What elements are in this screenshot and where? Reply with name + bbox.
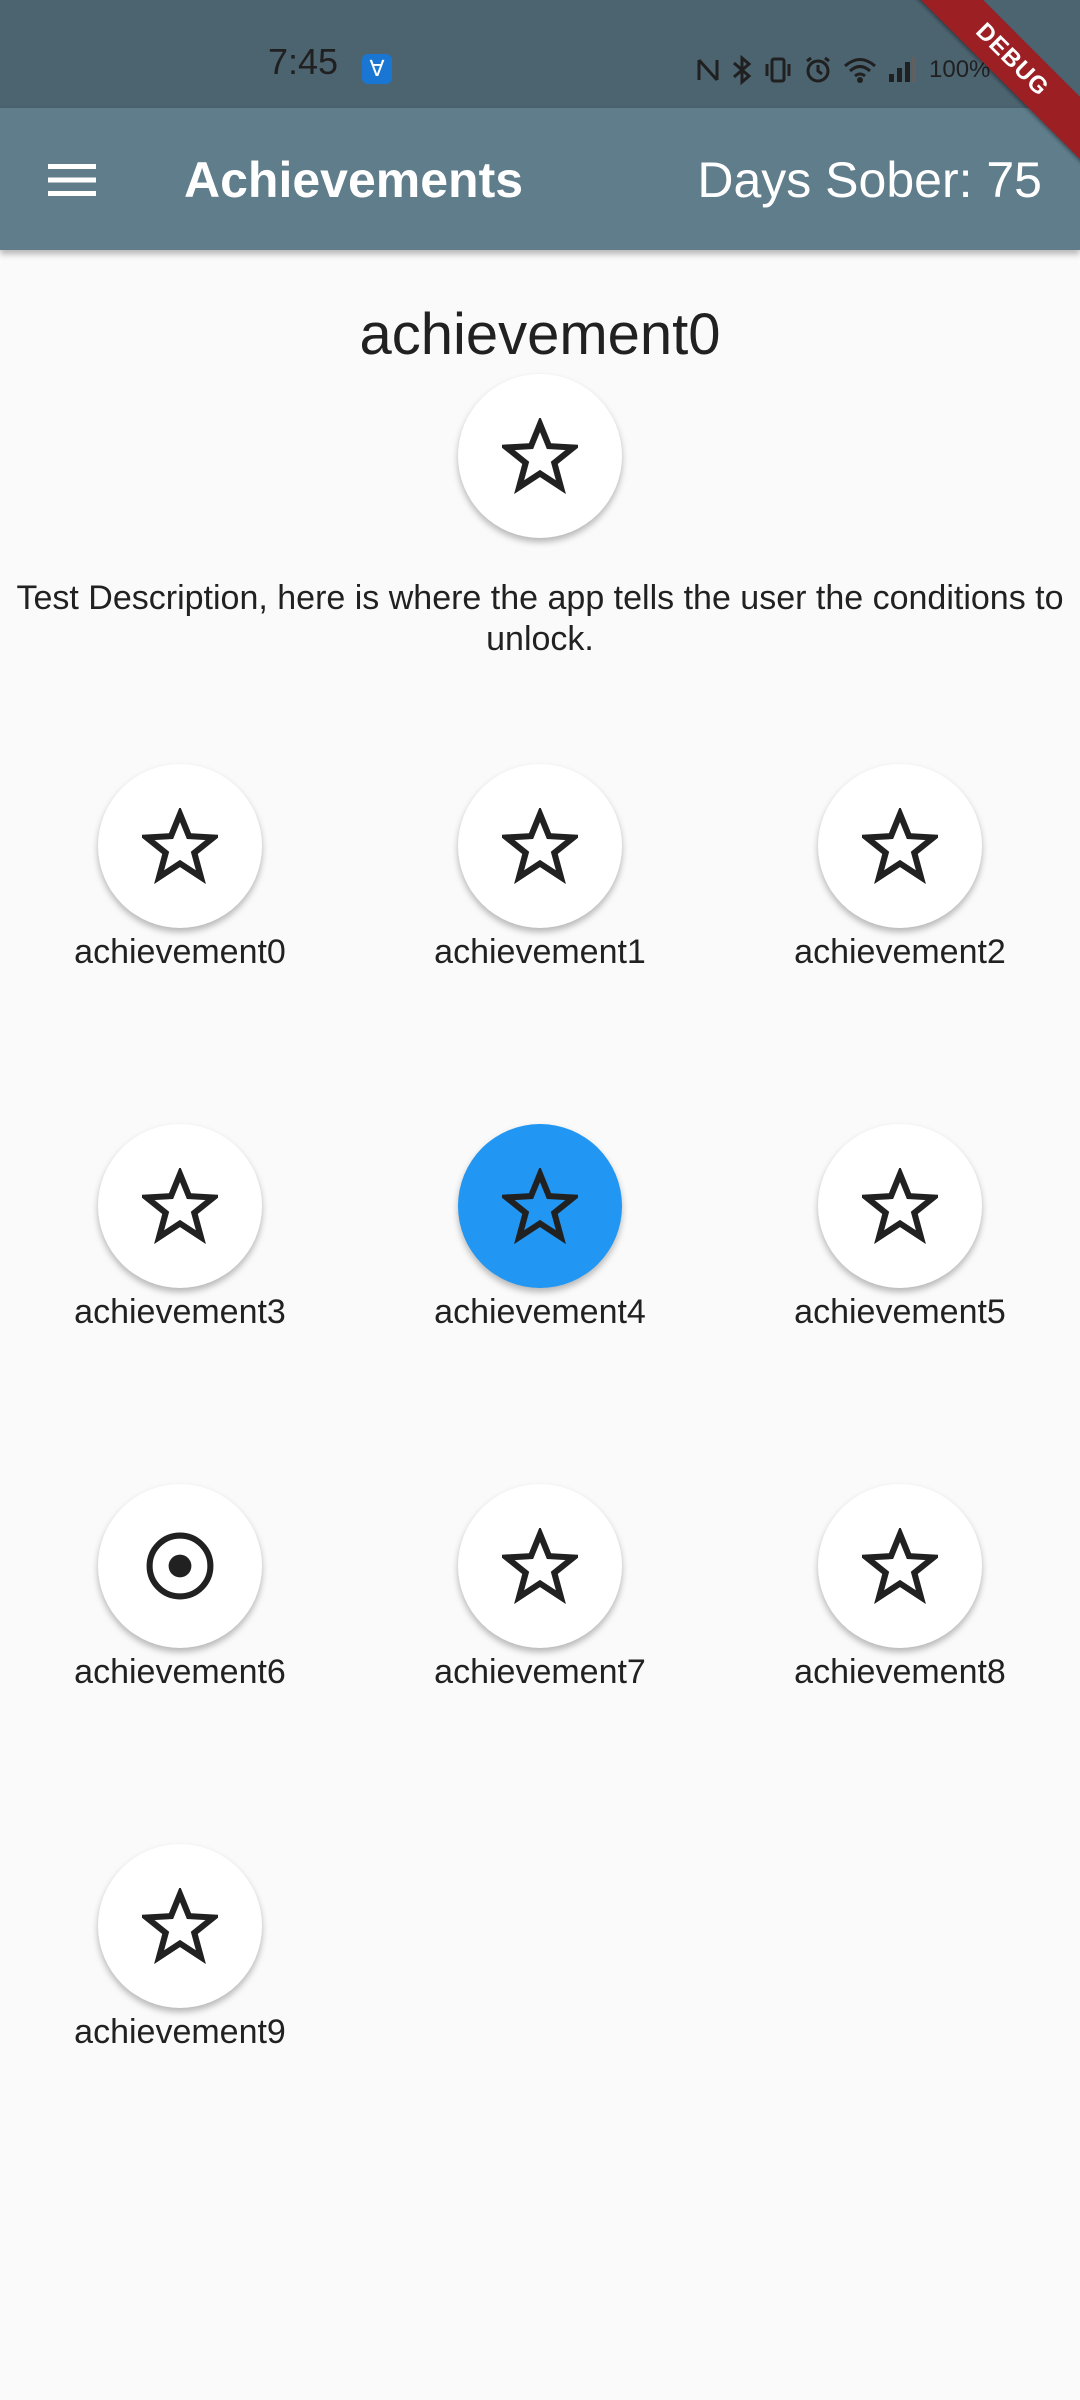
signal-icon xyxy=(889,57,916,82)
selected-achievement-badge xyxy=(458,374,622,538)
achievement-badge[interactable] xyxy=(818,1484,982,1648)
achievement-label: achievement7 xyxy=(434,1653,646,1691)
menu-icon xyxy=(48,164,96,196)
achievement-label: achievement5 xyxy=(794,1293,1006,1331)
achievement-item-5[interactable]: achievement5 xyxy=(750,1124,1050,1334)
usb-icon: ∀ xyxy=(362,54,392,84)
achievement-item-0[interactable]: achievement0 xyxy=(30,764,330,974)
achievement-badge[interactable] xyxy=(818,764,982,928)
achievement-badge[interactable] xyxy=(98,1124,262,1288)
achievement-item-4[interactable]: achievement4 xyxy=(390,1124,690,1334)
app-bar: Achievements Days Sober: 75 xyxy=(0,108,1080,250)
achievement-label: achievement8 xyxy=(794,1653,1006,1691)
menu-button[interactable] xyxy=(30,138,114,222)
achievement-badge[interactable] xyxy=(458,764,622,928)
page-title: Achievements xyxy=(184,152,524,208)
star-outline-icon xyxy=(142,1888,218,1964)
star-outline-icon xyxy=(502,418,578,494)
star-outline-icon xyxy=(142,1168,218,1244)
achievement-item-3[interactable]: achievement3 xyxy=(30,1124,330,1334)
achievement-label: achievement0 xyxy=(74,933,286,971)
achievement-label: achievement4 xyxy=(434,1293,646,1331)
achievement-label: achievement2 xyxy=(794,933,1006,971)
status-time: 7:45 xyxy=(268,41,339,82)
status-bar: 7:45 ∀ 100% xyxy=(0,0,1080,108)
achievement-item-1[interactable]: achievement1 xyxy=(390,764,690,974)
achievement-label: achievement9 xyxy=(74,2013,286,2051)
star-outline-icon xyxy=(862,1168,938,1244)
vibrate-icon xyxy=(765,57,791,83)
achievement-item-9[interactable]: achievement9 xyxy=(30,1844,330,2054)
achievement-label: achievement3 xyxy=(74,1293,286,1331)
selected-achievement-title: achievement0 xyxy=(359,302,721,367)
achievement-badge[interactable] xyxy=(98,1484,262,1648)
selected-achievement-description: Test Description, here is where the app … xyxy=(16,579,1064,658)
status-icons: 100% xyxy=(695,50,990,90)
radio-button-checked-icon xyxy=(146,1532,214,1600)
star-outline-icon xyxy=(142,808,218,884)
nfc-icon xyxy=(697,58,719,82)
star-outline-icon xyxy=(862,808,938,884)
achievement-badge[interactable] xyxy=(458,1484,622,1648)
star-outline-icon xyxy=(862,1528,938,1604)
achievement-badge-selected[interactable] xyxy=(458,1124,622,1288)
bluetooth-icon xyxy=(733,55,752,85)
wifi-icon xyxy=(844,58,876,83)
achievement-item-6[interactable]: achievement6 xyxy=(30,1484,330,1694)
star-outline-icon xyxy=(502,1528,578,1604)
achievement-item-7[interactable]: achievement7 xyxy=(390,1484,690,1694)
achievement-badge[interactable] xyxy=(98,1844,262,2008)
achievement-badge[interactable] xyxy=(98,764,262,928)
star-outline-icon xyxy=(502,1168,578,1244)
achievement-label: achievement6 xyxy=(74,1653,286,1691)
achievement-badge[interactable] xyxy=(818,1124,982,1288)
achievement-item-2[interactable]: achievement2 xyxy=(750,764,1050,974)
alarm-icon xyxy=(806,56,830,83)
days-sober-counter: Days Sober: 75 xyxy=(697,152,1042,208)
achievement-item-8[interactable]: achievement8 xyxy=(750,1484,1050,1694)
achievement-label: achievement1 xyxy=(434,933,646,971)
star-outline-icon xyxy=(502,808,578,884)
